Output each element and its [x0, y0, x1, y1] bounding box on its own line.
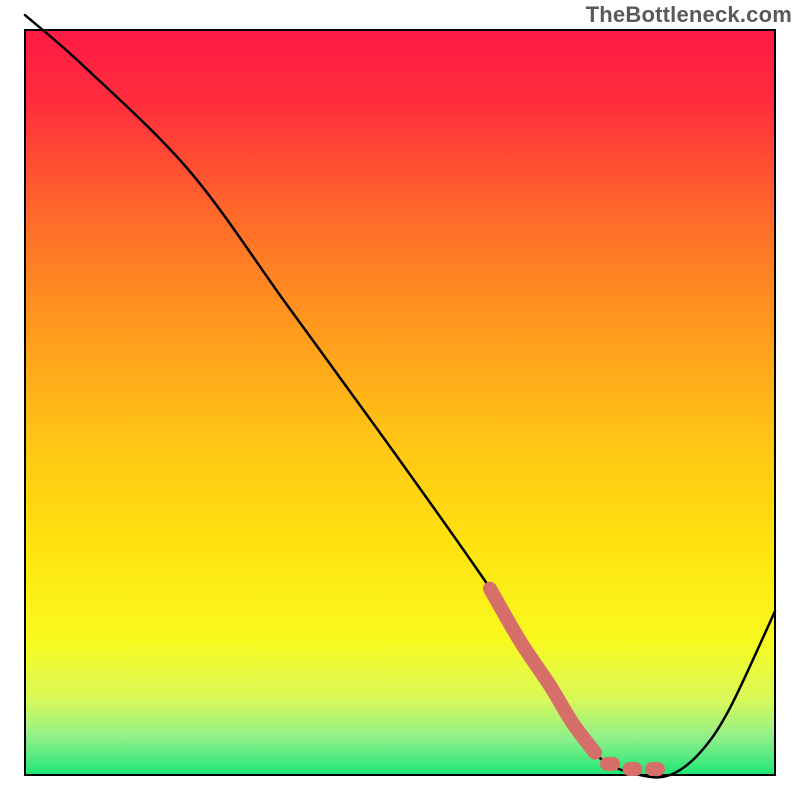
plot-area — [25, 30, 775, 775]
bottleneck-chart — [0, 0, 800, 800]
highlight-dots — [607, 764, 658, 769]
chart-container: TheBottleneck.com — [0, 0, 800, 800]
